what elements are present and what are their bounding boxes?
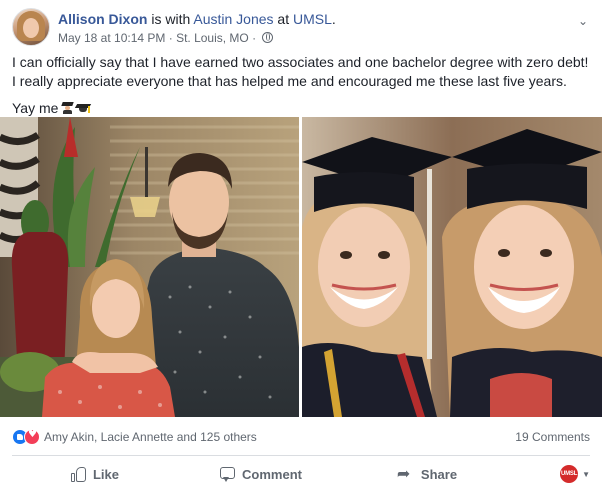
post-header: Allison Dixon is with Austin Jones at UM… [12, 8, 336, 48]
place-link[interactable]: UMSL [293, 11, 332, 27]
share-label: Share [420, 466, 458, 482]
post-body: I can officially say that I have earned … [12, 53, 590, 118]
reaction-names-link[interactable]: Amy Akin, Lacie Annette and 125 others [44, 430, 257, 444]
at-text: at [273, 11, 293, 27]
post-header-text: Allison Dixon is with Austin Jones at UM… [58, 8, 336, 48]
photo-couple-image [0, 117, 299, 417]
reaction-icons[interactable] [12, 429, 40, 445]
like-button[interactable]: Like [12, 460, 178, 488]
caret-down-icon: ▼ [582, 469, 590, 479]
tagged-person-link[interactable]: Austin Jones [193, 11, 273, 27]
photo-graduation-selfie[interactable] [302, 117, 602, 417]
header-period: . [331, 11, 336, 27]
like-label: Like [92, 466, 119, 482]
reactions-bar: Amy Akin, Lacie Annette and 125 others 1… [12, 428, 590, 446]
post-header-line: Allison Dixon is with Austin Jones at UM… [58, 10, 336, 28]
thumbs-up-icon [70, 466, 87, 482]
post-meta: May 18 at 10:14 PM · St. Louis, MO · [58, 30, 336, 46]
post-location[interactable]: St. Louis, MO [176, 31, 249, 45]
photo-graduation-image [302, 117, 602, 417]
author-avatar[interactable] [12, 8, 50, 46]
post-options-chevron-icon[interactable]: ⌄ [578, 14, 588, 28]
love-icon [24, 429, 40, 445]
graduation-cap-emoji-icon [75, 104, 92, 113]
globe-icon[interactable] [262, 32, 274, 43]
comment-button[interactable]: Comment [178, 460, 344, 488]
comments-count-link[interactable]: 19 Comments [515, 430, 590, 444]
share-button[interactable]: ➦ Share [344, 460, 510, 488]
author-name-link[interactable]: Allison Dixon [58, 11, 147, 27]
with-text: is with [147, 11, 194, 27]
yay-text: Yay me [12, 100, 59, 116]
post-timestamp[interactable]: May 18 at 10:14 PM [58, 31, 165, 45]
photo-couple[interactable] [0, 117, 299, 417]
post-actions: Like Comment ➦ Share UMSL ▼ [12, 460, 590, 488]
share-arrow-icon: ➦ [396, 464, 411, 483]
profile-badge-avatar: UMSL [560, 465, 579, 483]
actions-divider [12, 455, 590, 456]
meta-separator: · [165, 31, 177, 45]
comment-bubble-icon [220, 466, 236, 482]
meta-separator: · [248, 31, 260, 45]
comment-label: Comment [242, 466, 302, 482]
post-body-text: I can officially say that I have earned … [12, 54, 589, 89]
post-as-profile-selector[interactable]: UMSL ▼ [510, 460, 590, 488]
post-yay-line: Yay me [12, 99, 590, 118]
graduate-emoji-icon [61, 102, 75, 114]
